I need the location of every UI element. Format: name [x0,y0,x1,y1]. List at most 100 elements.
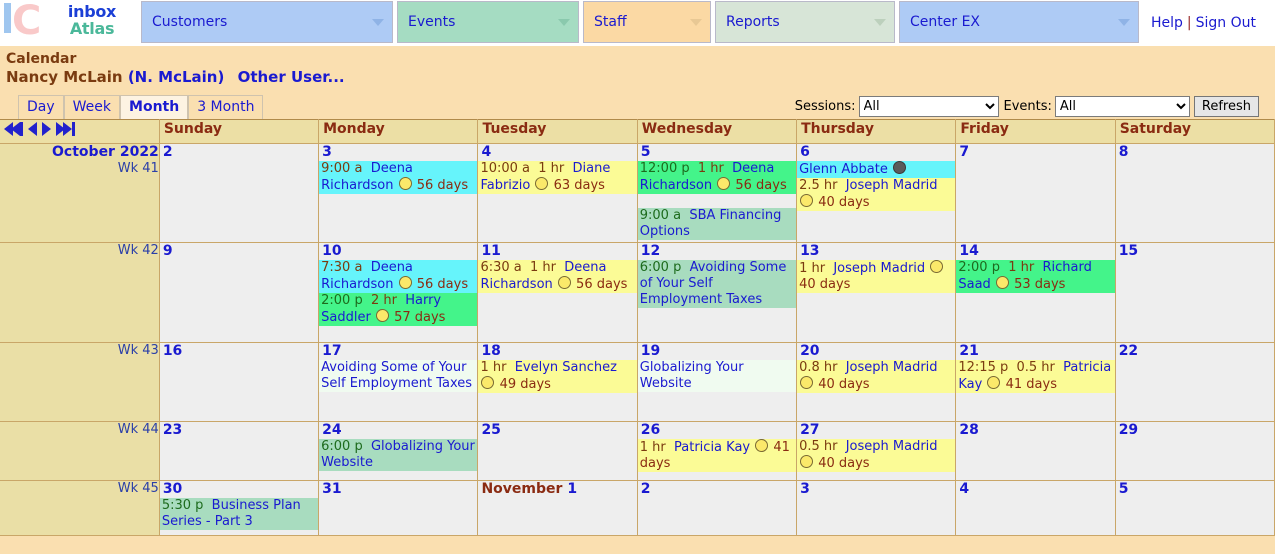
day-number[interactable]: 5 [638,144,796,161]
calendar-event[interactable]: 12:15 p 0.5 hr Patricia Kay 41 days [956,360,1115,393]
events-filter-select[interactable]: All [1054,96,1190,117]
nav-menu-center-ex[interactable]: Center EX [899,1,1139,43]
day-number[interactable]: 15 [1116,243,1274,260]
calendar-day-cell[interactable]: 6 Glenn Abbate 2.5 hr Joseph Madrid 40 da… [796,143,957,243]
calendar-event[interactable]: 1 hr Joseph Madrid 40 days [797,260,956,293]
first-period-button[interactable] [4,122,23,136]
week-number-label[interactable]: Wk 45 [0,481,159,497]
day-number[interactable]: 12 [638,243,796,260]
calendar-event[interactable]: 1 hr Patricia Kay 41 days [637,439,797,472]
calendar-event[interactable]: 7:30 a Deena Richardson 56 days [319,260,478,293]
nav-menu-reports[interactable]: Reports [715,1,895,43]
day-number[interactable]: 3 [797,481,955,498]
calendar-event[interactable]: Globalizing Your Website [637,360,797,392]
calendar-event[interactable]: 6:00 p Globalizing Your Website [319,439,478,471]
calendar-event[interactable]: 9:00 a SBA Financing Options [637,208,797,240]
day-number[interactable]: 22 [1116,343,1274,360]
week-number-label[interactable]: Wk 42 [0,243,159,259]
calendar-event[interactable]: 0.8 hr Joseph Madrid 40 days [797,360,956,393]
tab-3-month[interactable]: 3 Month [188,95,264,119]
calendar-event[interactable]: 6:00 p Avoiding Some of Your Self Employ… [637,260,797,308]
calendar-day-cell[interactable]: 12 6:00 p Avoiding Some of Your Self Empl… [637,242,798,343]
day-number[interactable]: 20 [797,343,955,360]
calendar-day-cell[interactable]: 28 [955,421,1116,481]
nav-menu-staff[interactable]: Staff [583,1,711,43]
day-number[interactable]: 31 [319,481,477,498]
other-user-link[interactable]: Other User... [238,68,345,86]
calendar-day-cell[interactable]: 14 2:00 p 1 hr Richard Saad 53 days [955,242,1116,343]
day-number[interactable]: 23 [160,422,318,439]
calendar-day-cell[interactable]: 26 1 hr Patricia Kay 41 days [637,421,798,481]
calendar-day-cell[interactable]: 10 7:30 a Deena Richardson 56 days 2:00 p … [318,242,479,343]
event-title[interactable]: Avoiding Some of Your Self Employment Ta… [321,360,472,391]
day-number[interactable]: 2 [160,144,318,161]
calendar-day-cell[interactable]: 17 Avoiding Some of Your Self Employment … [318,342,479,422]
tab-day[interactable]: Day [18,95,64,119]
tab-week[interactable]: Week [63,95,121,119]
event-title[interactable]: Globalizing Your Website [640,360,744,391]
day-number[interactable]: 24 [319,422,477,439]
calendar-day-cell[interactable]: 20 0.8 hr Joseph Madrid 40 days [796,342,957,422]
calendar-day-cell[interactable]: 3 [796,480,957,536]
calendar-day-cell[interactable]: 16 [159,342,320,422]
day-number[interactable]: 29 [1116,422,1274,439]
day-number[interactable]: 3 [319,144,477,161]
calendar-day-cell[interactable]: 27 0.5 hr Joseph Madrid 40 days [796,421,957,481]
day-number[interactable]: 4 [956,481,1114,498]
day-number[interactable]: 11 [478,243,636,260]
calendar-day-cell[interactable]: 22 [1115,342,1275,422]
event-title[interactable]: Patricia Kay [674,440,750,455]
week-number-label[interactable]: Wk 41 [0,161,159,177]
calendar-day-cell[interactable]: 13 1 hr Joseph Madrid 40 days [796,242,957,343]
event-title[interactable]: Joseph Madrid [833,261,925,276]
calendar-day-cell[interactable]: 30 5:30 p Business Plan Series - Part 3 [159,480,320,536]
day-number[interactable]: 27 [797,422,955,439]
calendar-day-cell[interactable]: 4 [955,480,1116,536]
sign-out-link[interactable]: Sign Out [1196,15,1256,31]
event-title[interactable]: Joseph Madrid [846,360,938,375]
event-title[interactable]: Evelyn Sanchez [515,360,617,375]
day-number[interactable]: 26 [638,422,796,439]
calendar-day-cell[interactable]: 29 [1115,421,1275,481]
day-number[interactable]: November 1 [478,481,636,498]
calendar-event[interactable]: 12:00 p 1 hr Deena Richardson 56 days [637,161,797,194]
calendar-day-cell[interactable]: 2 [159,143,320,243]
calendar-day-cell[interactable]: 21 12:15 p 0.5 hr Patricia Kay 41 days [955,342,1116,422]
calendar-event[interactable]: 2:00 p 1 hr Richard Saad 53 days [956,260,1115,293]
help-link[interactable]: Help [1151,15,1183,31]
calendar-day-cell[interactable]: 18 1 hr Evelyn Sanchez 49 days [477,342,638,422]
day-number[interactable]: 16 [160,343,318,360]
sessions-filter-select[interactable]: All [858,96,999,117]
calendar-event[interactable]: 1 hr Evelyn Sanchez 49 days [478,360,637,393]
day-number[interactable]: 6 [797,144,955,161]
day-number[interactable]: 9 [160,243,318,260]
calendar-day-cell[interactable]: 8 [1115,143,1275,243]
calendar-day-cell[interactable]: 4 10:00 a 1 hr Diane Fabrizio 63 days [477,143,638,243]
calendar-event[interactable]: 5:30 p Business Plan Series - Part 3 [159,498,319,530]
week-number-label[interactable]: Wk 44 [0,422,159,438]
calendar-day-cell[interactable]: 9 [159,242,320,343]
calendar-day-cell[interactable]: 24 6:00 p Globalizing Your Website [318,421,479,481]
day-number[interactable]: 14 [956,243,1114,260]
week-number-label[interactable]: Wk 43 [0,343,159,359]
event-title[interactable]: Joseph Madrid [846,178,938,193]
event-title[interactable]: Glenn Abbate [799,162,888,177]
calendar-event[interactable]: 2.5 hr Joseph Madrid 40 days [797,178,956,211]
calendar-day-cell[interactable]: 11 6:30 a 1 hr Deena Richardson 56 days [477,242,638,343]
day-number[interactable]: 8 [1116,144,1274,161]
day-number[interactable]: 13 [797,243,955,260]
day-number[interactable]: 10 [319,243,477,260]
app-logo[interactable]: C inbox Atlas [0,0,139,46]
day-number[interactable]: 25 [478,422,636,439]
day-number[interactable]: 2 [638,481,796,498]
prev-period-button[interactable] [28,122,37,136]
tab-month[interactable]: Month [120,95,189,119]
calendar-event[interactable]: Glenn Abbate [797,161,956,178]
nav-menu-customers[interactable]: Customers [141,1,393,43]
day-number[interactable]: 30 [160,481,318,498]
day-number[interactable]: 21 [956,343,1114,360]
calendar-day-cell[interactable]: 3 9:00 a Deena Richardson 56 days [318,143,479,243]
day-number[interactable]: 18 [478,343,636,360]
next-period-button[interactable] [42,122,51,136]
calendar-event[interactable]: 9:00 a Deena Richardson 56 days [319,161,478,194]
